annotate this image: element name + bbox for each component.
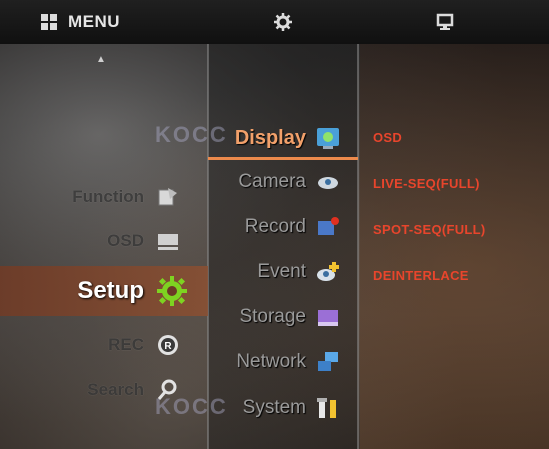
menu-item-function[interactable]: Function <box>0 180 208 214</box>
menu-item-label: Setup <box>77 277 144 304</box>
options-column <box>360 44 549 449</box>
submenu-item-label: Display <box>234 126 306 149</box>
submenu-item-record[interactable]: Record <box>208 209 358 245</box>
menu-item-label: REC <box>108 335 144 354</box>
gear-icon <box>274 13 292 31</box>
menu-label: MENU <box>68 12 121 31</box>
event-icon <box>316 260 340 284</box>
osd-icon <box>156 229 180 253</box>
submenu-item-label: Record <box>244 216 306 237</box>
option-live-seq[interactable]: LIVE-SEQ(FULL) <box>373 176 480 191</box>
option-deinterlace[interactable]: DEINTERLACE <box>373 268 469 283</box>
submenu-item-label: Network <box>236 351 306 372</box>
submenu-item-storage[interactable]: Storage <box>208 299 358 335</box>
settings-tab[interactable] <box>258 0 308 44</box>
submenu-item-display[interactable]: Display <box>208 120 358 156</box>
submenu-item-network[interactable]: Network <box>208 344 358 380</box>
option-spot-seq[interactable]: SPOT-SEQ(FULL) <box>373 222 486 237</box>
storage-icon <box>316 305 340 329</box>
system-icon <box>316 396 340 420</box>
menu-item-rec[interactable]: REC R <box>0 328 208 362</box>
camera-icon <box>316 170 340 194</box>
top-bar: MENU <box>0 0 549 44</box>
grid-icon <box>40 13 58 31</box>
submenu-item-label: Camera <box>238 171 306 192</box>
setup-gear-icon <box>156 275 188 307</box>
submenu-item-label: Event <box>257 261 306 282</box>
submenu-item-label: System <box>242 397 306 418</box>
submenu-item-system[interactable]: System <box>208 390 358 426</box>
menu-item-setup[interactable]: Setup <box>0 266 208 316</box>
dvr-menu-screen: MENU ▲ KOCC KOCC Function OSD Setup REC … <box>0 0 549 449</box>
function-icon <box>156 185 180 209</box>
submenu-item-label: Storage <box>239 306 306 327</box>
network-icon <box>316 350 340 374</box>
option-osd[interactable]: OSD <box>373 130 402 145</box>
search-icon <box>156 378 180 402</box>
display-icon <box>316 126 340 150</box>
menu-item-label: OSD <box>107 231 144 250</box>
submenu-item-event[interactable]: Event <box>208 254 358 290</box>
submenu-item-camera[interactable]: Camera <box>208 164 358 200</box>
selection-underline <box>208 157 358 160</box>
rec-icon: R <box>156 333 180 357</box>
divider <box>357 44 359 449</box>
scroll-up-icon[interactable]: ▲ <box>96 54 106 65</box>
menu-item-search[interactable]: Search <box>0 373 208 407</box>
menu-item-label: Function <box>72 187 144 206</box>
submenu-column <box>208 44 358 449</box>
record-icon <box>316 215 340 239</box>
menu-button[interactable]: MENU <box>40 0 170 44</box>
monitor-icon <box>436 13 454 31</box>
display-tab[interactable] <box>420 0 470 44</box>
menu-item-label: Search <box>87 380 144 399</box>
menu-item-osd[interactable]: OSD <box>0 224 208 258</box>
svg-text:R: R <box>164 341 172 352</box>
